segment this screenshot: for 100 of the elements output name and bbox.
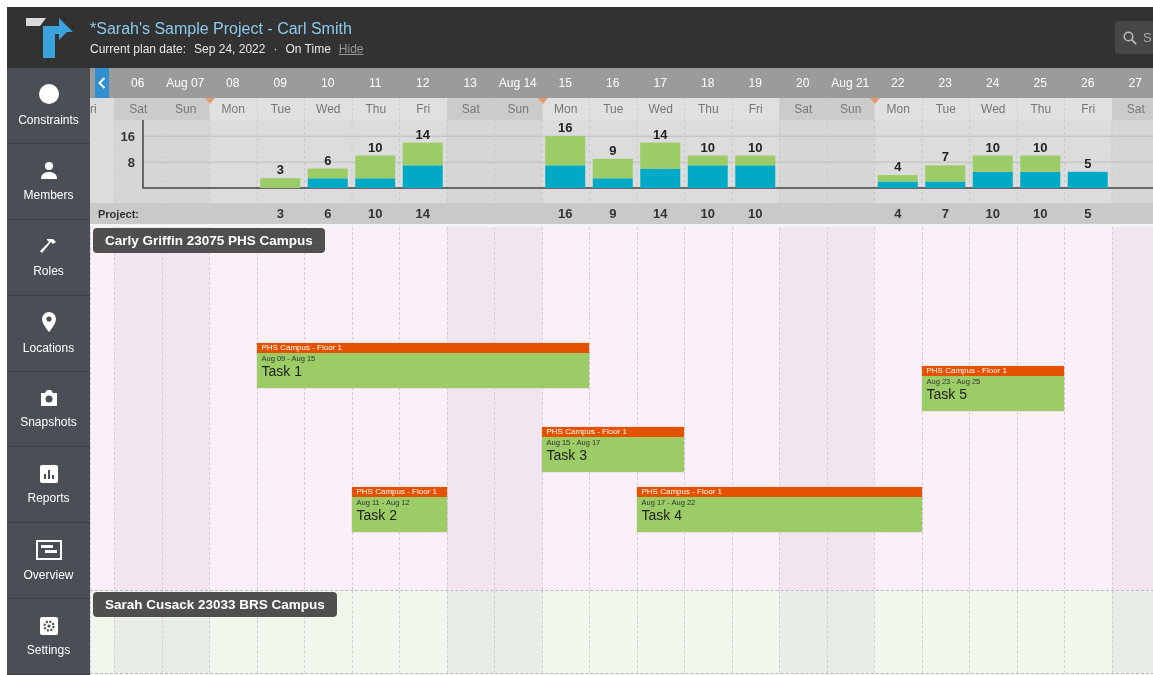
back-button[interactable]: [95, 68, 109, 98]
chart-bar: [640, 168, 681, 188]
bar-total-label: 6: [324, 152, 332, 168]
chart-bar: [972, 155, 1013, 172]
chart-bar: [545, 136, 586, 166]
status-text: On Time: [285, 41, 331, 56]
date-header: 25: [1032, 75, 1048, 92]
chevron-left-icon: [98, 77, 106, 89]
date-header: Aug 21: [830, 75, 871, 92]
chart-bar: [260, 178, 301, 188]
weekday-header: Sat: [1111, 98, 1153, 120]
chart-bar: [402, 165, 443, 188]
date-header: 17: [652, 75, 668, 92]
bar-total-label: 5: [1084, 155, 1092, 171]
weekday-header: Sun: [826, 98, 874, 120]
project-total: 3: [276, 206, 284, 221]
project-total: 16: [558, 206, 573, 221]
search-field[interactable]: S: [1115, 21, 1153, 54]
project-title: *Sarah's Sample Project - Carl Smith: [90, 19, 353, 38]
weekday-header: Wed: [304, 98, 352, 120]
date-header: 22: [890, 75, 906, 92]
weekday-header: Sat: [779, 98, 827, 120]
search-icon: [1123, 31, 1137, 45]
chart-bar: [640, 142, 681, 169]
date-header: 09: [272, 75, 288, 92]
task-name: Task 2: [355, 507, 398, 523]
date-header: 06: [130, 75, 146, 92]
sidebar-item[interactable]: Reports: [7, 447, 90, 524]
date-header: 23: [937, 75, 953, 92]
bar-total-label: 10: [1033, 139, 1048, 155]
date-header: 27: [1127, 75, 1143, 92]
date-header: 18: [700, 75, 716, 92]
bar-total-label: 14: [653, 126, 668, 142]
chart-bar: [545, 165, 586, 188]
date-header: 08: [225, 75, 241, 92]
lane-title: Sarah Cusack 23033 BRS Campus: [93, 592, 337, 617]
bar-total-label: 3: [276, 162, 284, 178]
chart-bar: [402, 142, 443, 166]
person-icon: [38, 160, 59, 181]
project-total: 9: [609, 206, 617, 221]
date-header: Aug 07: [165, 75, 206, 92]
date-header: 13: [462, 75, 478, 92]
project-total: 10: [985, 206, 1000, 221]
timeline-icon: [35, 539, 62, 560]
date-header: 12: [415, 75, 431, 92]
project-total: 10: [368, 206, 383, 221]
weekday-header: Sat: [446, 98, 494, 120]
weekday-header: Thu: [684, 98, 732, 120]
project-total: 10: [700, 206, 715, 221]
date-header: 24: [985, 75, 1001, 92]
sidebar-item[interactable]: Overview: [7, 523, 90, 600]
project-total: 14: [415, 206, 430, 221]
location-pin-icon: [40, 311, 57, 334]
task-location: PHS Campus - Floor 1: [636, 487, 922, 497]
plan-date-label: Current plan date:: [90, 41, 187, 56]
weekday-header: Tue: [589, 98, 637, 120]
gear-icon: [39, 616, 58, 635]
project-total: 14: [653, 206, 668, 221]
project-total: 4: [894, 206, 902, 221]
plan-date: Sep 24, 2022: [194, 41, 266, 56]
date-header: 15: [557, 75, 573, 92]
weekday-header: Sun: [494, 98, 542, 120]
project-label: Project:: [97, 206, 140, 222]
bar-total-label: 10: [748, 139, 763, 155]
sidebar-item[interactable]: Snapshots: [7, 371, 90, 448]
axis-tick-label: 16: [120, 129, 135, 145]
weekday-header: Fri: [731, 98, 779, 120]
bar-chart-icon: [39, 464, 58, 483]
date-header: 10: [320, 75, 336, 92]
date-header: Aug 14: [497, 75, 538, 92]
hide-link[interactable]: Hide: [338, 41, 364, 56]
task-name: Task 4: [640, 507, 683, 523]
bar-total-label: 4: [894, 159, 902, 175]
project-total: 7: [941, 206, 949, 221]
weekday-header: Wed: [636, 98, 684, 120]
weekday-header: Sun: [161, 98, 209, 120]
project-total: 10: [1033, 206, 1048, 221]
date-header: 26: [1080, 75, 1096, 92]
bar-total-label: 10: [700, 139, 715, 155]
bar-total-label: 9: [609, 142, 617, 158]
bar-total-label: 7: [941, 149, 949, 165]
bar-total-label: 10: [368, 139, 383, 155]
project-total: 6: [324, 206, 332, 221]
date-header: 20: [795, 75, 811, 92]
task-location: PHS Campus - Floor 1: [256, 343, 589, 353]
task-location: PHS Campus - Floor 1: [351, 487, 447, 497]
chart-bar: [307, 168, 348, 179]
weekday-header: Mon: [541, 98, 589, 120]
chart-bar: [1020, 155, 1061, 172]
weekday-header: Thu: [351, 98, 399, 120]
weekday-header: Wed: [969, 98, 1017, 120]
weekday-header: Thu: [1016, 98, 1064, 120]
task-location: PHS Campus - Floor 1: [541, 427, 684, 437]
bar-total-label: 14: [415, 126, 430, 142]
weekday-header: ri: [90, 101, 98, 118]
task-name: Task 5: [925, 386, 968, 402]
weekday-header: Tue: [256, 98, 304, 120]
weekday-header: Tue: [921, 98, 969, 120]
sidebar-item[interactable]: Settings: [7, 599, 90, 675]
date-header: 16: [605, 75, 621, 92]
